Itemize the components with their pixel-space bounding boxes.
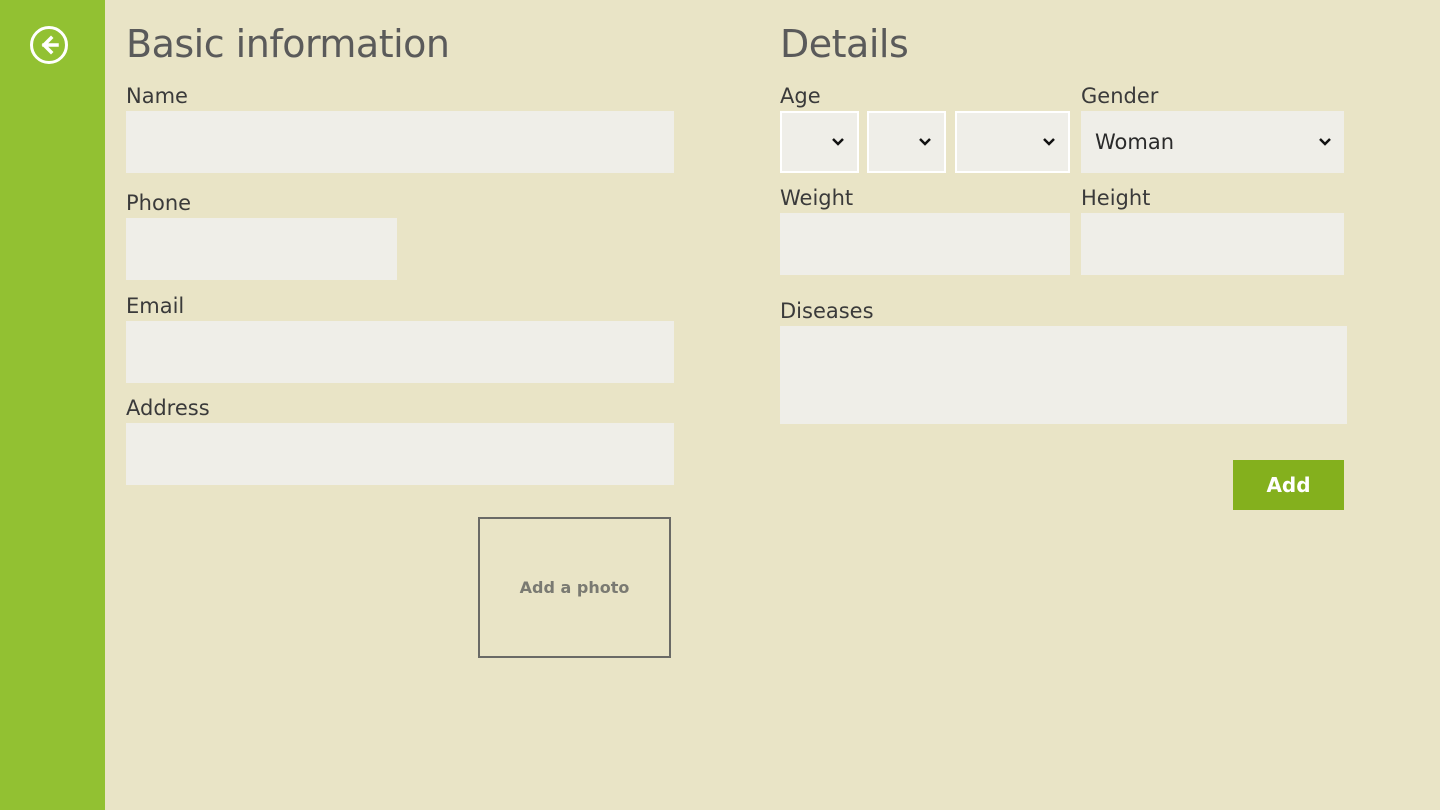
height-field[interactable] [1081,213,1344,275]
age-label: Age [780,84,821,108]
age-year-select[interactable] [955,111,1070,173]
basic-information-title: Basic information [126,22,450,66]
chevron-down-icon [1319,138,1331,146]
name-label: Name [126,84,188,108]
add-button[interactable]: Add [1233,460,1344,510]
gender-value: Woman [1095,130,1175,154]
address-label: Address [126,396,210,420]
sidebar [0,0,105,810]
name-field[interactable] [126,111,674,173]
chevron-down-icon [919,138,931,146]
age-month-select[interactable] [867,111,946,173]
weight-label: Weight [780,186,854,210]
weight-field[interactable] [780,213,1070,275]
phone-label: Phone [126,191,192,215]
diseases-field[interactable] [780,326,1347,424]
back-button[interactable] [30,26,68,64]
phone-field[interactable] [126,218,397,280]
chevron-down-icon [832,138,844,146]
email-label: Email [126,294,185,318]
chevron-down-icon [1043,138,1055,146]
gender-select[interactable]: Woman [1081,111,1344,173]
arrow-left-icon [41,35,59,55]
address-field[interactable] [126,423,674,485]
email-field[interactable] [126,321,674,383]
height-label: Height [1081,186,1151,210]
diseases-label: Diseases [780,299,874,323]
add-photo-label: Add a photo [519,578,630,597]
add-photo-button[interactable]: Add a photo [478,517,671,658]
details-title: Details [780,22,909,66]
age-day-select[interactable] [780,111,859,173]
gender-label: Gender [1081,84,1159,108]
